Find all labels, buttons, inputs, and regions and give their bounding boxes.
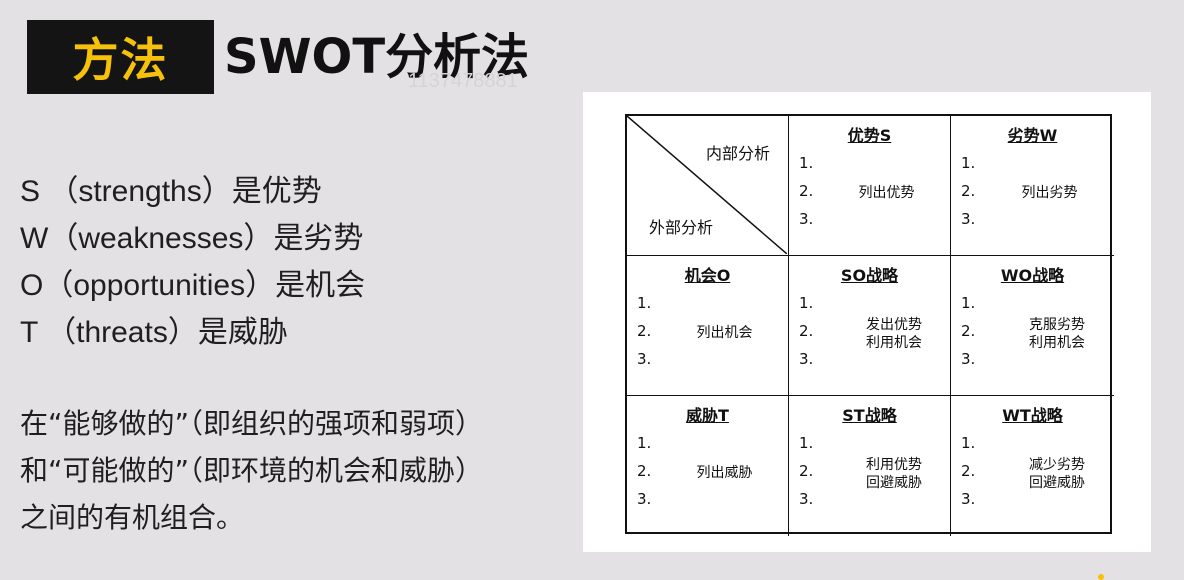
number-list: 1. 2. 3. (961, 149, 975, 233)
number-1: 1. (637, 434, 652, 452)
strengths-cell: 优势S 1. 2. 3. 列出优势 (789, 116, 951, 256)
internal-analysis-label: 内部分析 (705, 144, 770, 163)
swot-item-s: S （strengths）是优势 (20, 175, 322, 208)
summary-line: 之间的有机组合。 (20, 501, 245, 534)
number-3: 3. (961, 210, 976, 228)
number-list: 1. 2. 3. (799, 429, 813, 513)
number-2: 2. (961, 462, 976, 480)
number-1: 1. (799, 434, 814, 452)
number-1: 1. (799, 154, 814, 172)
number-2: 2. (799, 182, 814, 200)
swot-item-w: W（weaknesses）是劣势 (20, 222, 364, 255)
number-3: 3. (637, 350, 652, 368)
st-strategy-heading: ST战略 (842, 406, 897, 425)
so-strategy-line: 发出优势 (866, 317, 922, 333)
threats-cell: 威胁T 1. 2. 3. 列出威胁 (627, 396, 789, 536)
number-1: 1. (961, 294, 976, 312)
swot-item-o: O（opportunities）是机会 (20, 269, 366, 302)
wo-strategy-cell: WO战略 1. 2. 3. 克服劣势 利用机会 (951, 256, 1114, 396)
wt-strategy-line: 减少劣势 (1029, 457, 1085, 473)
number-3: 3. (799, 490, 814, 508)
number-3: 3. (961, 490, 976, 508)
so-strategy-body: 发出优势 利用机会 (844, 316, 944, 352)
wt-strategy-heading: WT战略 (1002, 406, 1063, 425)
threats-text: 列出威胁 (696, 465, 753, 481)
weaknesses-body: 列出劣势 (991, 184, 1108, 202)
strengths-heading: 优势S (847, 126, 892, 145)
opportunities-body: 列出机会 (667, 324, 782, 342)
st-strategy-body: 利用优势 回避威胁 (844, 456, 944, 492)
number-1: 1. (637, 294, 652, 312)
matrix-corner-cell: 内部分析 外部分析 (627, 116, 789, 256)
title-badge: 方法 (27, 20, 214, 94)
so-strategy-line: 利用机会 (866, 335, 922, 351)
strengths-text: 列出优势 (858, 185, 915, 201)
number-1: 1. (961, 434, 976, 452)
number-3: 3. (637, 490, 652, 508)
number-list: 1. 2. 3. (799, 289, 813, 373)
swot-matrix: 内部分析 外部分析 优势S 1. 2. 3. 列出优势 劣势W 1. 2. 3.… (625, 114, 1114, 536)
number-1: 1. (961, 154, 976, 172)
watermark: 1137478881 (408, 70, 518, 92)
wt-strategy-cell: WT战略 1. 2. 3. 减少劣势 回避威胁 (951, 396, 1114, 536)
number-2: 2. (961, 182, 976, 200)
opportunities-cell: 机会O 1. 2. 3. 列出机会 (627, 256, 789, 396)
number-list: 1. 2. 3. (637, 429, 651, 513)
wo-strategy-body: 克服劣势 利用机会 (1006, 316, 1108, 352)
st-strategy-line: 回避威胁 (866, 475, 922, 491)
number-2: 2. (799, 462, 814, 480)
number-3: 3. (799, 350, 814, 368)
number-list: 1. 2. 3. (961, 289, 975, 373)
wo-strategy-heading: WO战略 (1000, 266, 1065, 285)
summary-line: 和“可能做的”（即环境的机会和威胁） (20, 454, 484, 487)
number-3: 3. (799, 210, 814, 228)
number-2: 2. (637, 462, 652, 480)
summary-line: 在“能够做的”（即组织的强项和弱项） (20, 407, 484, 440)
number-1: 1. (799, 294, 814, 312)
summary-paragraph: 在“能够做的”（即组织的强项和弱项） 和“可能做的”（即环境的机会和威胁） 之间… (20, 400, 483, 541)
decorative-dot (1098, 574, 1104, 580)
so-strategy-heading: SO战略 (840, 266, 899, 285)
st-strategy-line: 利用优势 (866, 457, 922, 473)
weaknesses-text: 列出劣势 (1021, 185, 1078, 201)
number-list: 1. 2. 3. (637, 289, 651, 373)
external-analysis-label: 外部分析 (649, 218, 714, 237)
strengths-body: 列出优势 (829, 184, 944, 202)
weaknesses-heading: 劣势W (1007, 126, 1058, 145)
wo-strategy-line: 克服劣势 (1029, 317, 1085, 333)
swot-item-t: T （threats）是威胁 (20, 316, 288, 349)
threats-body: 列出威胁 (667, 464, 782, 482)
opportunities-text: 列出机会 (696, 325, 753, 341)
weaknesses-cell: 劣势W 1. 2. 3. 列出劣势 (951, 116, 1114, 256)
number-2: 2. (799, 322, 814, 340)
opportunities-heading: 机会O (684, 266, 731, 285)
swot-definition-list: S （strengths）是优势 W（weaknesses）是劣势 O（oppo… (20, 168, 365, 356)
number-2: 2. (961, 322, 976, 340)
wo-strategy-line: 利用机会 (1029, 335, 1085, 351)
swot-matrix-panel: 内部分析 外部分析 优势S 1. 2. 3. 列出优势 劣势W 1. 2. 3.… (583, 92, 1151, 552)
wt-strategy-line: 回避威胁 (1029, 475, 1085, 491)
number-2: 2. (637, 322, 652, 340)
number-list: 1. 2. 3. (961, 429, 975, 513)
number-3: 3. (961, 350, 976, 368)
number-list: 1. 2. 3. (799, 149, 813, 233)
st-strategy-cell: ST战略 1. 2. 3. 利用优势 回避威胁 (789, 396, 951, 536)
so-strategy-cell: SO战略 1. 2. 3. 发出优势 利用机会 (789, 256, 951, 396)
title-badge-text: 方法 (72, 33, 169, 87)
threats-heading: 威胁T (686, 406, 729, 425)
wt-strategy-body: 减少劣势 回避威胁 (1006, 456, 1108, 492)
